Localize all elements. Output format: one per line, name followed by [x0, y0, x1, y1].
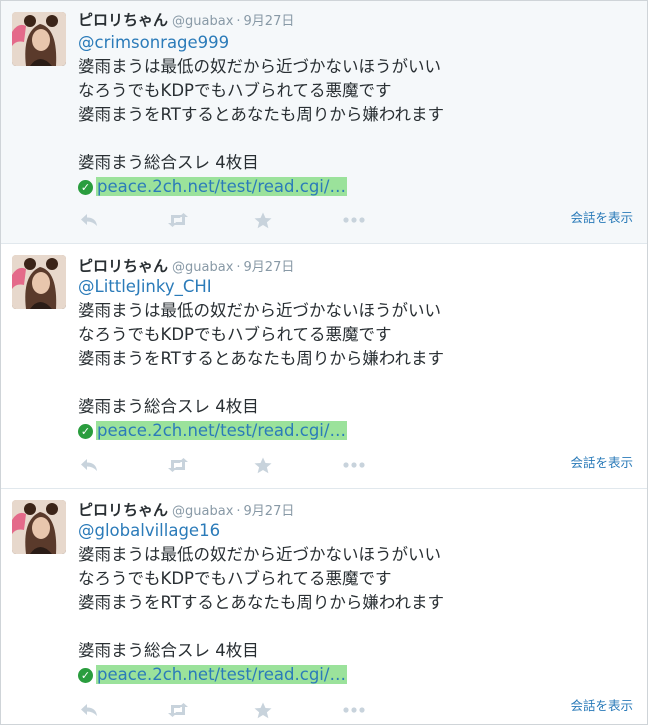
tweet-line: 婆雨まうをRTするとあなたも周りから嫌われます [78, 349, 445, 368]
url-link[interactable]: peace.2ch.net/test/read.cgi/… [96, 665, 347, 684]
thread-title: 婆雨まう総合スレ 4枚目 [78, 153, 259, 172]
tweet-text: @LittleJinky_CHI 婆雨まうは最低の奴だから近づかないほうがいい … [78, 275, 638, 443]
url-link[interactable]: peace.2ch.net/test/read.cgi/… [96, 421, 347, 440]
tweet-text: @globalvillage16 婆雨まうは最低の奴だから近づかないほうがいい … [78, 519, 638, 687]
reply-icon[interactable] [77, 454, 101, 476]
mention-link[interactable]: @LittleJinky_CHI [78, 275, 638, 299]
timeline: ピロリちゃん @guabax · 9月27日 @crimsonrage999 婆雨まう… [0, 0, 648, 725]
reply-icon[interactable] [77, 209, 101, 231]
favorite-icon[interactable] [251, 209, 275, 231]
check-icon: ✓ [78, 424, 93, 439]
mention-link[interactable]: @crimsonrage999 [78, 31, 638, 55]
separator: · [236, 14, 241, 29]
separator: · [236, 504, 241, 519]
fullname[interactable]: ピロリちゃん [78, 257, 168, 275]
username[interactable]: @guabax [172, 14, 233, 29]
favorite-icon[interactable] [251, 699, 275, 721]
view-conversation-link[interactable]: 会話を表示 [570, 207, 633, 226]
view-conversation-link[interactable]: 会話を表示 [570, 695, 633, 714]
tweet-header: ピロリちゃん @guabax · 9月27日 [78, 255, 294, 275]
tweet-line: 婆雨まうは最低の奴だから近づかないほうがいい [78, 57, 441, 76]
timestamp[interactable]: 9月27日 [244, 14, 295, 29]
tweet-text: @crimsonrage999 婆雨まうは最低の奴だから近づかないほうがいい な… [78, 31, 638, 199]
thread-title: 婆雨まう総合スレ 4枚目 [78, 397, 259, 416]
tweet-line: なろうでもKDPでもハブられてる悪魔です [78, 325, 392, 344]
separator: · [236, 260, 241, 275]
username[interactable]: @guabax [172, 260, 233, 275]
tweet-line: 婆雨まうをRTするとあなたも周りから嫌われます [78, 105, 445, 124]
retweet-icon[interactable] [166, 454, 190, 476]
tweet-line: 婆雨まうは最低の奴だから近づかないほうがいい [78, 301, 441, 320]
tweet-header: ピロリちゃん @guabax · 9月27日 [78, 499, 294, 519]
tweet-line: 婆雨まうをRTするとあなたも周りから嫌われます [78, 593, 445, 612]
view-conversation-link[interactable]: 会話を表示 [570, 452, 633, 471]
link-row: ✓ peace.2ch.net/test/read.cgi/… [78, 663, 638, 687]
tweet[interactable]: ピロリちゃん @guabax · 9月27日 @globalvillage16 婆雨ま… [1, 489, 647, 724]
favorite-icon[interactable] [251, 454, 275, 476]
tweet-line: 婆雨まうは最低の奴だから近づかないほうがいい [78, 545, 441, 564]
timestamp[interactable]: 9月27日 [244, 260, 295, 275]
fullname[interactable]: ピロリちゃん [78, 501, 168, 519]
tweet-line: なろうでもKDPでもハブられてる悪魔です [78, 569, 392, 588]
tweet[interactable]: ピロリちゃん @guabax · 9月27日 @crimsonrage999 婆雨まう… [1, 1, 647, 244]
timestamp[interactable]: 9月27日 [244, 504, 295, 519]
link-row: ✓ peace.2ch.net/test/read.cgi/… [78, 175, 638, 199]
check-icon: ✓ [78, 668, 93, 683]
tweet-header: ピロリちゃん @guabax · 9月27日 [78, 9, 294, 29]
more-icon[interactable] [342, 454, 366, 476]
more-icon[interactable] [342, 209, 366, 231]
reply-icon[interactable] [77, 699, 101, 721]
avatar[interactable] [12, 12, 66, 66]
avatar[interactable] [12, 255, 66, 309]
mention-link[interactable]: @globalvillage16 [78, 519, 638, 543]
fullname[interactable]: ピロリちゃん [78, 11, 168, 29]
avatar[interactable] [12, 500, 66, 554]
url-link[interactable]: peace.2ch.net/test/read.cgi/… [96, 177, 347, 196]
username[interactable]: @guabax [172, 504, 233, 519]
retweet-icon[interactable] [166, 209, 190, 231]
more-icon[interactable] [342, 699, 366, 721]
thread-title: 婆雨まう総合スレ 4枚目 [78, 641, 259, 660]
tweet[interactable]: ピロリちゃん @guabax · 9月27日 @LittleJinky_CHI 婆雨ま… [1, 244, 647, 489]
check-icon: ✓ [78, 180, 93, 195]
retweet-icon[interactable] [166, 699, 190, 721]
tweet-line: なろうでもKDPでもハブられてる悪魔です [78, 81, 392, 100]
link-row: ✓ peace.2ch.net/test/read.cgi/… [78, 419, 638, 443]
